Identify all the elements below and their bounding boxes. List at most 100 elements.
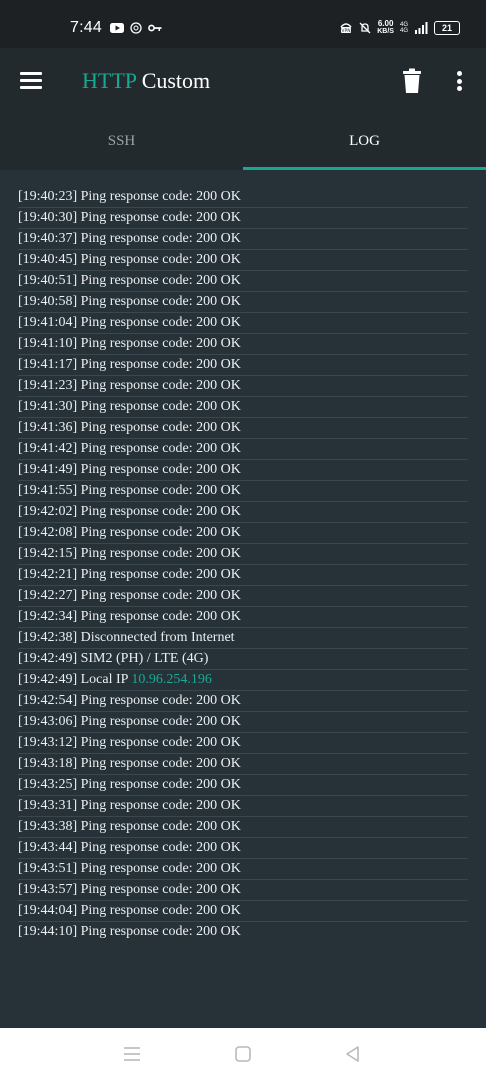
network-type-bottom: 4G bbox=[399, 27, 408, 34]
back-icon[interactable] bbox=[342, 1044, 364, 1064]
log-message: Ping response code: 200 OK bbox=[80, 756, 241, 771]
log-line: [19:42:21] Ping response code: 200 OK bbox=[18, 565, 468, 586]
log-timestamp: [19:42:38] bbox=[18, 630, 78, 645]
log-timestamp: [19:42:02] bbox=[18, 504, 78, 519]
log-line: [19:43:51] Ping response code: 200 OK bbox=[18, 859, 468, 880]
log-line: [19:42:49] Local IP 10.96.254.196 bbox=[18, 670, 468, 691]
local-ip-link[interactable]: 10.96.254.196 bbox=[131, 672, 212, 687]
log-line: [19:44:04] Ping response code: 200 OK bbox=[18, 901, 468, 922]
log-message: Ping response code: 200 OK bbox=[80, 483, 241, 498]
log-timestamp: [19:43:31] bbox=[18, 798, 78, 813]
log-timestamp: [19:40:23] bbox=[18, 189, 78, 204]
log-timestamp: [19:40:51] bbox=[18, 273, 78, 288]
log-timestamp: [19:41:04] bbox=[18, 315, 78, 330]
app-title: HTTP Custom bbox=[82, 68, 210, 94]
log-message: Ping response code: 200 OK bbox=[80, 693, 241, 708]
log-message: Ping response code: 200 OK bbox=[80, 735, 241, 750]
tab-ssh[interactable]: SSH bbox=[0, 114, 243, 170]
log-message: Ping response code: 200 OK bbox=[80, 378, 241, 393]
log-line: [19:43:25] Ping response code: 200 OK bbox=[18, 775, 468, 796]
log-message: Ping response code: 200 OK bbox=[80, 861, 241, 876]
log-message: Ping response code: 200 OK bbox=[80, 504, 241, 519]
log-message: SIM2 (PH) / LTE (4G) bbox=[80, 651, 209, 666]
home-icon[interactable] bbox=[232, 1044, 254, 1064]
log-line: [19:40:51] Ping response code: 200 OK bbox=[18, 271, 468, 292]
log-message: Ping response code: 200 OK bbox=[80, 546, 241, 561]
tab-log[interactable]: LOG bbox=[243, 114, 486, 170]
log-message: Ping response code: 200 OK bbox=[80, 210, 241, 225]
log-line: [19:42:34] Ping response code: 200 OK bbox=[18, 607, 468, 628]
log-timestamp: [19:41:55] bbox=[18, 483, 78, 498]
log-line: [19:42:15] Ping response code: 200 OK bbox=[18, 544, 468, 565]
log-message: Ping response code: 200 OK bbox=[80, 294, 241, 309]
svg-text:VPN: VPN bbox=[342, 28, 351, 34]
log-timestamp: [19:43:44] bbox=[18, 840, 78, 855]
log-message: Ping response code: 200 OK bbox=[80, 819, 241, 834]
log-line: [19:43:44] Ping response code: 200 OK bbox=[18, 838, 468, 859]
delete-icon[interactable] bbox=[401, 68, 423, 94]
log-line: [19:43:57] Ping response code: 200 OK bbox=[18, 880, 468, 901]
tab-ssh-label: SSH bbox=[107, 133, 136, 149]
status-bar: 7:44 VPN 6.00 KB/S 4G 4G 21 bbox=[0, 0, 486, 48]
menu-icon[interactable] bbox=[20, 70, 44, 90]
log-timestamp: [19:41:17] bbox=[18, 357, 78, 372]
log-line: [19:42:54] Ping response code: 200 OK bbox=[18, 691, 468, 712]
log-message: Ping response code: 200 OK bbox=[80, 840, 241, 855]
whatsapp-icon bbox=[130, 22, 142, 34]
tab-bar: SSH LOG bbox=[0, 114, 486, 170]
log-message: Ping response code: 200 OK bbox=[80, 462, 241, 477]
log-line: [19:40:58] Ping response code: 200 OK bbox=[18, 292, 468, 313]
log-timestamp: [19:42:49] bbox=[18, 651, 78, 666]
log-timestamp: [19:43:12] bbox=[18, 735, 78, 750]
log-timestamp: [19:43:25] bbox=[18, 777, 78, 792]
network-type: 4G 4G bbox=[400, 22, 408, 34]
log-timestamp: [19:42:08] bbox=[18, 525, 78, 540]
app-title-http: HTTP bbox=[82, 68, 137, 93]
log-message: Ping response code: 200 OK bbox=[80, 903, 241, 918]
log-timestamp: [19:40:37] bbox=[18, 231, 78, 246]
log-line: [19:42:27] Ping response code: 200 OK bbox=[18, 586, 468, 607]
log-line: [19:41:23] Ping response code: 200 OK bbox=[18, 376, 468, 397]
app-title-custom: Custom bbox=[141, 68, 211, 93]
log-line: [19:41:17] Ping response code: 200 OK bbox=[18, 355, 468, 376]
log-line: [19:40:45] Ping response code: 200 OK bbox=[18, 250, 468, 271]
log-message: Ping response code: 200 OK bbox=[80, 315, 241, 330]
recents-icon[interactable] bbox=[121, 1044, 143, 1064]
log-timestamp: [19:41:10] bbox=[18, 336, 78, 351]
network-speed: 6.00 KB/S bbox=[377, 20, 394, 36]
youtube-icon bbox=[110, 23, 124, 33]
log-line: [19:42:49] SIM2 (PH) / LTE (4G) bbox=[18, 649, 468, 670]
log-message: Ping response code: 200 OK bbox=[80, 399, 241, 414]
log-line: [19:42:02] Ping response code: 200 OK bbox=[18, 502, 468, 523]
log-message: Ping response code: 200 OK bbox=[80, 777, 241, 792]
log-timestamp: [19:44:04] bbox=[18, 903, 78, 918]
log-timestamp: [19:41:23] bbox=[18, 378, 78, 393]
log-timestamp: [19:41:42] bbox=[18, 441, 78, 456]
log-timestamp: [19:42:49] bbox=[18, 672, 78, 687]
more-options-icon[interactable] bbox=[452, 68, 466, 94]
log-message: Ping response code: 200 OK bbox=[80, 189, 241, 204]
log-line: [19:43:38] Ping response code: 200 OK bbox=[18, 817, 468, 838]
log-line: [19:40:23] Ping response code: 200 OK bbox=[18, 187, 468, 208]
log-line: [19:41:42] Ping response code: 200 OK bbox=[18, 439, 468, 460]
log-line: [19:42:08] Ping response code: 200 OK bbox=[18, 523, 468, 544]
log-message: Ping response code: 200 OK bbox=[80, 252, 241, 267]
navigation-bar bbox=[0, 1028, 486, 1080]
log-timestamp: [19:43:18] bbox=[18, 756, 78, 771]
log-timestamp: [19:43:38] bbox=[18, 819, 78, 834]
log-message: Ping response code: 200 OK bbox=[80, 420, 241, 435]
log-timestamp: [19:43:06] bbox=[18, 714, 78, 729]
log-timestamp: [19:42:21] bbox=[18, 567, 78, 582]
log-message: Ping response code: 200 OK bbox=[80, 882, 241, 897]
log-line: [19:44:10] Ping response code: 200 OK bbox=[18, 922, 468, 942]
vpn-icon: VPN bbox=[340, 22, 352, 34]
log-timestamp: [19:42:15] bbox=[18, 546, 78, 561]
network-speed-unit: KB/S bbox=[377, 28, 394, 35]
notification-icons bbox=[110, 22, 162, 34]
log-message: Ping response code: 200 OK bbox=[80, 525, 241, 540]
log-panel[interactable]: [19:40:23] Ping response code: 200 OK [19… bbox=[0, 170, 486, 1028]
log-line: [19:42:38] Disconnected from Internet bbox=[18, 628, 468, 649]
log-timestamp: [19:41:30] bbox=[18, 399, 78, 414]
log-timestamp: [19:40:45] bbox=[18, 252, 78, 267]
log-timestamp: [19:44:10] bbox=[18, 924, 78, 939]
